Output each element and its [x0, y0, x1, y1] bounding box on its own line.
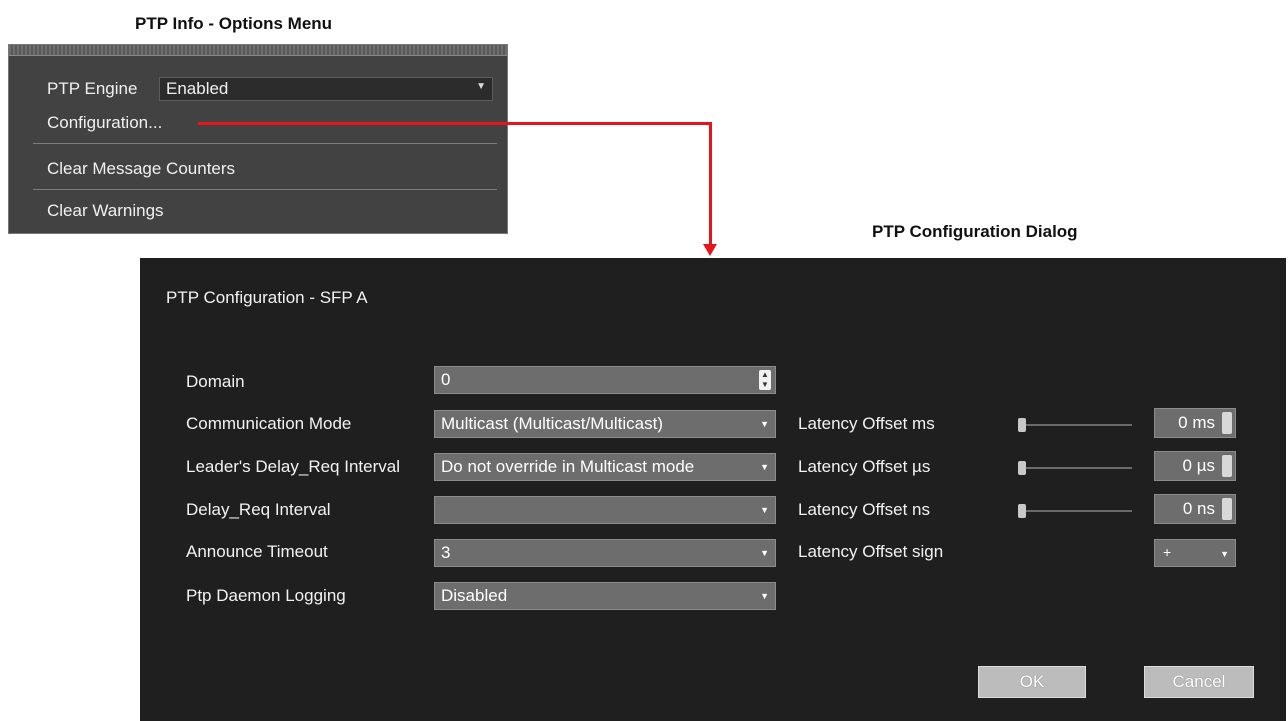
spin-arrows-icon[interactable]: [1222, 412, 1232, 434]
chevron-down-icon: ▼: [1220, 549, 1229, 559]
spin-arrows-icon[interactable]: ▲ ▼: [759, 370, 771, 390]
latency-offset-ns-slider-handle[interactable]: [1018, 504, 1026, 518]
chevron-down-icon: ▼: [760, 591, 769, 601]
chevron-down-icon: ▼: [476, 81, 486, 92]
domain-spinbox[interactable]: 0 ▲ ▼: [434, 366, 776, 394]
menu-item-clear-message-counters[interactable]: Clear Message Counters: [47, 159, 235, 179]
domain-label: Domain: [186, 372, 245, 391]
spin-arrows-icon[interactable]: [1222, 455, 1232, 477]
latency-offset-ms-slider[interactable]: [1022, 424, 1132, 426]
ok-button[interactable]: OK: [978, 666, 1086, 698]
latency-offset-sign-value: +: [1163, 544, 1172, 560]
latency-offset-ns-label: Latency Offset ns: [798, 500, 930, 519]
menu-item-clear-warnings[interactable]: Clear Warnings: [47, 201, 164, 221]
latency-offset-us-slider[interactable]: [1022, 467, 1132, 469]
ptp-daemon-logging-value: Disabled: [441, 586, 508, 605]
latency-offset-us-stepper[interactable]: 0 µs: [1154, 451, 1236, 481]
ptp-engine-value: Enabled: [166, 79, 229, 98]
menu-divider: [33, 143, 497, 144]
ptp-daemon-logging-dropdown[interactable]: Disabled ▼: [434, 582, 776, 610]
ptp-options-menu: PTP Engine Enabled ▼ Configuration... Cl…: [8, 44, 508, 234]
announce-timeout-dropdown[interactable]: 3 ▼: [434, 539, 776, 567]
spin-arrows-icon[interactable]: [1222, 498, 1232, 520]
latency-offset-sign-label: Latency Offset sign: [798, 542, 944, 561]
config-dialog-caption: PTP Configuration Dialog: [872, 222, 1078, 241]
options-menu-caption: PTP Info - Options Menu: [135, 14, 333, 33]
leader-delay-req-interval-dropdown[interactable]: Do not override in Multicast mode ▼: [434, 453, 776, 481]
leader-delay-req-interval-value: Do not override in Multicast mode: [441, 457, 695, 476]
connector-line-horizontal: [198, 122, 712, 125]
delay-req-interval-label: Delay_Req Interval: [186, 500, 331, 519]
latency-offset-ns-stepper[interactable]: 0 ns: [1154, 494, 1236, 524]
chevron-down-icon: ▼: [760, 548, 769, 558]
latency-offset-us-label: Latency Offset µs: [798, 457, 931, 476]
ptp-daemon-logging-label: Ptp Daemon Logging: [186, 586, 346, 605]
chevron-down-icon: ▼: [760, 419, 769, 429]
connector-line-vertical: [709, 122, 712, 246]
delay-req-interval-dropdown[interactable]: ▼: [434, 496, 776, 524]
latency-offset-us-slider-handle[interactable]: [1018, 461, 1026, 475]
leader-delay-req-interval-label: Leader's Delay_Req Interval: [186, 457, 400, 476]
connector-arrowhead-icon: [703, 244, 717, 256]
ptp-engine-label: PTP Engine: [47, 79, 138, 98]
dialog-title: PTP Configuration - SFP A: [166, 288, 368, 307]
communication-mode-label: Communication Mode: [186, 414, 352, 433]
communication-mode-dropdown[interactable]: Multicast (Multicast/Multicast) ▼: [434, 410, 776, 438]
ptp-configuration-dialog: PTP Configuration - SFP A Domain Communi…: [140, 258, 1286, 721]
announce-timeout-value: 3: [441, 543, 451, 562]
chevron-down-icon: ▼: [760, 505, 769, 515]
latency-offset-ms-label: Latency Offset ms: [798, 414, 935, 433]
latency-offset-ms-slider-handle[interactable]: [1018, 418, 1026, 432]
menu-title-strip: [9, 45, 507, 56]
latency-offset-ms-value: 0 ms: [1178, 413, 1215, 432]
latency-offset-ns-slider[interactable]: [1022, 510, 1132, 512]
cancel-button[interactable]: Cancel: [1144, 666, 1254, 698]
latency-offset-ns-value: 0 ns: [1182, 499, 1215, 518]
latency-offset-sign-dropdown[interactable]: + ▼: [1154, 539, 1236, 567]
domain-value: 0: [441, 370, 451, 389]
chevron-down-icon: ▼: [760, 462, 769, 472]
announce-timeout-label: Announce Timeout: [186, 542, 328, 561]
communication-mode-value: Multicast (Multicast/Multicast): [441, 414, 663, 433]
menu-divider: [33, 189, 497, 190]
latency-offset-us-value: 0 µs: [1182, 456, 1215, 475]
ptp-engine-dropdown[interactable]: Enabled ▼: [159, 77, 493, 101]
menu-item-configuration[interactable]: Configuration...: [47, 113, 162, 133]
latency-offset-ms-stepper[interactable]: 0 ms: [1154, 408, 1236, 438]
